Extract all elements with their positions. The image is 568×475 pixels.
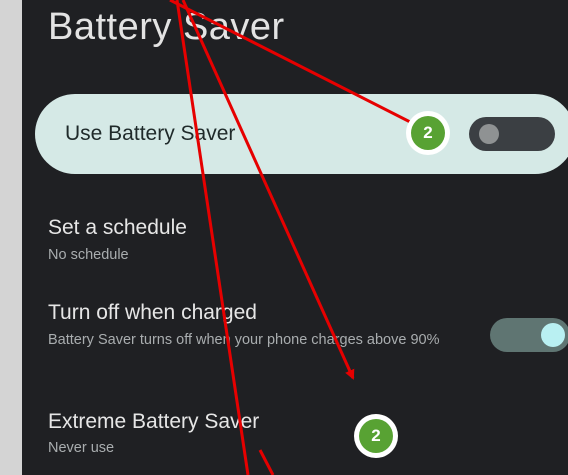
step-number: 2 xyxy=(411,116,445,150)
step-number: 2 xyxy=(359,419,393,453)
annotation-arrows xyxy=(169,0,422,475)
arrow-to-extreme-row xyxy=(181,0,355,380)
arrow-to-main-switch xyxy=(169,0,422,129)
step-badge-main-switch: 2 xyxy=(406,111,450,155)
arrow-down-left xyxy=(175,0,250,475)
arrow-down-right xyxy=(258,449,275,475)
step-badge-extreme: 2 xyxy=(354,414,398,458)
